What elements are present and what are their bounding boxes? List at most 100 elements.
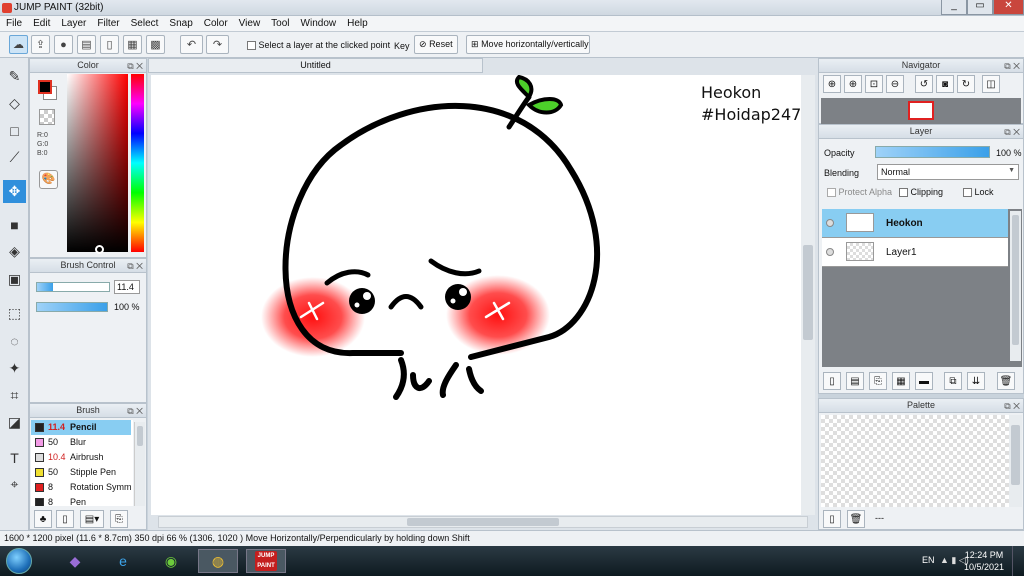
screentone-icon[interactable]: ▦ [892, 372, 910, 390]
brush-list-scrollbar[interactable] [134, 422, 145, 506]
lock-checkbox[interactable] [963, 188, 972, 198]
brush-item-airbrush[interactable]: 10.4 Airbrush [31, 450, 131, 465]
picker-cursor[interactable] [95, 245, 104, 254]
flip-icon[interactable]: ◫ [982, 75, 1000, 93]
blending-select[interactable]: Normal ▼ [877, 164, 1019, 180]
chat-icon[interactable]: ▤ [77, 35, 96, 54]
rotate-reset-icon[interactable]: ◙ [936, 75, 954, 93]
text-tool-icon[interactable]: T [3, 446, 26, 469]
protect-alpha-checkbox[interactable] [827, 188, 836, 198]
layer-opacity-slider[interactable] [875, 146, 990, 158]
lock-option[interactable]: Lock [963, 187, 994, 198]
rotate-left-icon[interactable]: ↺ [915, 75, 933, 93]
reset-button[interactable]: ⊘ Reset [414, 35, 458, 54]
hue-slider[interactable] [131, 74, 144, 252]
language-indicator[interactable]: EN [922, 555, 935, 565]
palette-delete-icon[interactable]: 🗑 [847, 510, 865, 528]
eraser-tool-icon[interactable]: ◇ [3, 92, 26, 115]
saturation-value-picker[interactable] [67, 74, 128, 252]
panel-close-icon[interactable]: ⧉ ✕ [1004, 126, 1020, 139]
start-button[interactable] [6, 548, 32, 574]
panel-close-icon[interactable]: ⧉ ✕ [1004, 60, 1020, 73]
delete-layer-icon[interactable]: 🗑 [997, 372, 1015, 390]
new-layer-copy-icon[interactable]: ▤ [846, 372, 864, 390]
merge-layer-icon[interactable]: ⇊ [967, 372, 985, 390]
zoom-in-icon[interactable]: ⊕ [823, 75, 841, 93]
internet-explorer-icon[interactable]: e [106, 549, 140, 573]
marquee-tool-icon[interactable]: ⬚ [3, 302, 26, 325]
canvas-vertical-scrollbar[interactable] [801, 75, 815, 515]
move-direction-button[interactable]: ⊞ Move horizontally/vertically [466, 35, 590, 54]
menu-edit[interactable]: Edit [27, 16, 55, 29]
fit-icon[interactable]: ⊡ [865, 75, 883, 93]
select-pen-icon[interactable]: ⌗ [3, 384, 26, 407]
maximize-button[interactable]: ▭ [967, 0, 993, 15]
drawing-canvas[interactable]: Heokon #Hoidap247 [151, 75, 801, 515]
grid-icon[interactable]: ▩ [146, 35, 165, 54]
menu-filter[interactable]: Filter [91, 16, 124, 29]
palette-icon[interactable]: 🎨 [39, 170, 58, 189]
minimize-button[interactable]: _ [941, 0, 967, 15]
visual-studio-icon[interactable]: ◆ [58, 549, 92, 573]
zoom-plus-icon[interactable]: ⊕ [844, 75, 862, 93]
select-eraser-icon[interactable]: ◪ [3, 411, 26, 434]
brush-item-pen[interactable]: 8 Pen [31, 495, 131, 506]
brush-item-rotation-symm[interactable]: 8 Rotation Symm [31, 480, 132, 495]
select-layer-checkbox[interactable] [247, 41, 256, 51]
document-icon[interactable]: ▯ [100, 35, 119, 54]
panel-close-icon[interactable]: ⧉ ✕ [127, 260, 143, 273]
menu-color[interactable]: Color [198, 16, 233, 29]
brush-item-blur[interactable]: 50 Blur [31, 435, 131, 450]
brush-size-slider[interactable] [36, 282, 110, 292]
cloud-icon[interactable]: ☁ [9, 35, 28, 54]
layer-row-layer1[interactable]: Layer1 [822, 238, 1008, 267]
brush-item-pencil[interactable]: 11.4 Pencil [31, 420, 131, 435]
visibility-icon[interactable] [826, 248, 834, 256]
brush-menu-icon[interactable]: ▤▾ [80, 510, 104, 528]
palette-new-icon[interactable]: ▯ [823, 510, 841, 528]
panel-close-icon[interactable]: ⧉ ✕ [1004, 400, 1020, 413]
menu-snap[interactable]: Snap [163, 16, 197, 29]
show-desktop-button[interactable] [1012, 546, 1024, 576]
menu-view[interactable]: View [233, 16, 266, 29]
new-layer-icon[interactable]: ▯ [823, 372, 841, 390]
visibility-icon[interactable] [826, 219, 834, 227]
brush-opacity-slider[interactable] [36, 302, 108, 312]
palette-scrollbar[interactable] [1009, 415, 1022, 507]
select-layer-option[interactable]: Select a layer at the clicked point [247, 40, 390, 51]
canvas-horizontal-scrollbar[interactable] [158, 516, 808, 528]
rectangle-select-icon[interactable]: □ [3, 119, 26, 142]
panel-close-icon[interactable]: ⧉ ✕ [127, 60, 143, 73]
operation-tool-icon[interactable]: ⌖ [3, 473, 26, 496]
undo-icon[interactable]: ↶ [180, 35, 203, 54]
panel-close-icon[interactable]: ⧉ ✕ [127, 405, 143, 418]
fill-rect-icon[interactable]: ■ [3, 213, 26, 236]
line-tool-icon[interactable]: ⟋ [3, 146, 26, 169]
brush-settings-icon[interactable]: ⎘ [110, 510, 128, 528]
menu-help[interactable]: Help [341, 16, 373, 29]
close-button[interactable]: ✕ [993, 0, 1024, 15]
move-tool-icon[interactable]: ✥ [3, 180, 26, 203]
palette-more[interactable]: --- [875, 513, 884, 523]
chrome-icon[interactable]: ◍ [198, 549, 238, 573]
new-brush-icon[interactable]: ▯ [56, 510, 74, 528]
brush-item-stipple-pen[interactable]: 50 Stipple Pen [31, 465, 131, 480]
redo-icon[interactable]: ↷ [206, 35, 229, 54]
bucket-tool-icon[interactable]: ◈ [3, 240, 26, 263]
menu-layer[interactable]: Layer [55, 16, 91, 29]
menu-window[interactable]: Window [295, 16, 342, 29]
lasso-tool-icon[interactable]: ◌ [3, 329, 26, 352]
transparent-color-icon[interactable] [39, 109, 55, 125]
upload-icon[interactable]: ⇪ [31, 35, 50, 54]
comment-icon[interactable]: ● [54, 35, 73, 54]
clipping-checkbox[interactable] [899, 188, 908, 198]
navigator-viewport[interactable] [908, 101, 934, 120]
folder-icon[interactable]: ▬ [915, 372, 933, 390]
layer-row-heokon[interactable]: Heokon [822, 209, 1008, 238]
jump-paint-icon[interactable]: JUMP PAINT [246, 549, 286, 573]
layer-list-scrollbar[interactable] [1010, 211, 1021, 361]
brush-tool-icon[interactable]: ✎ [3, 65, 26, 88]
menu-select[interactable]: Select [125, 16, 164, 29]
brush-add-icon[interactable]: ♣ [34, 510, 52, 528]
coccoc-browser-icon[interactable]: ◉ [154, 549, 188, 573]
